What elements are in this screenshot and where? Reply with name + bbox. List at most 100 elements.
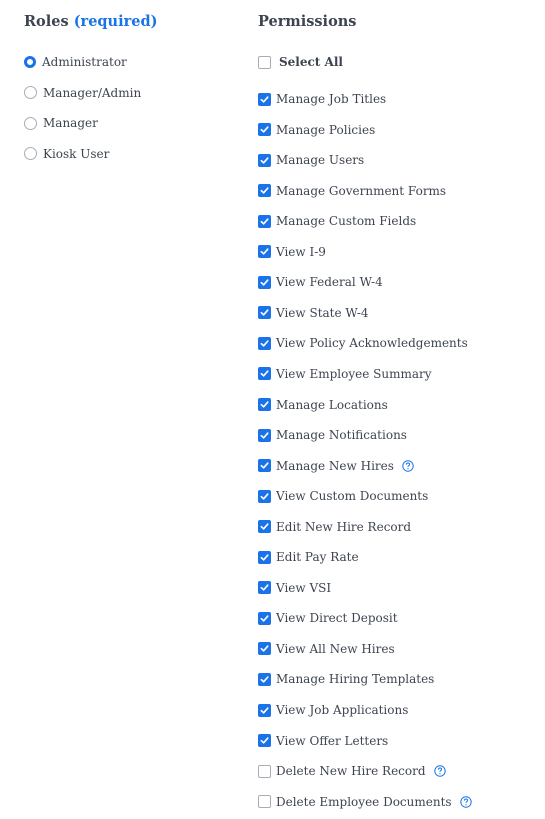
permission-label: Manage Policies xyxy=(276,122,376,137)
permission-view-all-new-hires[interactable]: View All New Hires xyxy=(258,639,395,659)
check-icon xyxy=(260,645,269,653)
role-option-administrator[interactable]: Administrator xyxy=(24,52,127,72)
permission-label: View State W-4 xyxy=(276,305,369,320)
help-icon[interactable] xyxy=(459,795,472,808)
check-icon xyxy=(260,401,269,408)
permission-checkbox[interactable] xyxy=(258,672,271,686)
permission-edit-pay-rate[interactable]: Edit Pay Rate xyxy=(258,547,359,567)
permission-checkbox[interactable] xyxy=(258,275,271,289)
permission-manage-policies[interactable]: Manage Policies xyxy=(258,120,375,140)
permission-checkbox[interactable] xyxy=(258,428,271,442)
permission-label: Manage Government Forms xyxy=(276,183,447,198)
check-icon xyxy=(260,431,269,439)
check-icon xyxy=(260,340,269,347)
permission-label: Manage Hiring Templates xyxy=(276,672,435,687)
permission-label: View I-9 xyxy=(276,244,326,259)
check-icon xyxy=(260,737,269,744)
roles-heading-text: Roles xyxy=(24,13,69,30)
permission-checkbox[interactable] xyxy=(258,581,271,595)
role-option-manager-admin[interactable]: Manager/Admin xyxy=(24,83,141,103)
permission-checkbox[interactable] xyxy=(258,336,271,350)
permission-checkbox[interactable] xyxy=(258,520,271,534)
permission-checkbox[interactable] xyxy=(258,703,271,717)
permission-view-job-applications[interactable]: View Job Applications xyxy=(258,700,408,720)
permission-checkbox[interactable] xyxy=(258,123,271,137)
permission-label: View Custom Documents xyxy=(276,489,429,504)
permission-label: View Job Applications xyxy=(276,703,409,717)
permission-manage-users[interactable]: Manage Users xyxy=(258,150,364,170)
check-icon xyxy=(260,156,269,164)
permission-label: Edit New Hire Record xyxy=(276,519,412,534)
permission-checkbox[interactable] xyxy=(258,642,271,656)
permission-checkbox[interactable] xyxy=(258,459,271,473)
check-icon xyxy=(260,492,269,500)
select-all-box[interactable] xyxy=(258,55,271,69)
permission-view-vsi[interactable]: View VSI xyxy=(258,578,331,598)
permission-checkbox[interactable] xyxy=(258,306,271,320)
permission-view-direct-deposit[interactable]: View Direct Deposit xyxy=(258,608,398,628)
permission-label: Manage New Hires xyxy=(276,458,394,473)
permission-checkbox[interactable] xyxy=(258,734,271,748)
permission-manage-government-forms[interactable]: Manage Government Forms xyxy=(258,181,446,201)
permission-label: View VSI xyxy=(276,580,332,595)
permission-checkbox[interactable] xyxy=(258,153,271,167)
permission-label: View Offer Letters xyxy=(276,733,389,748)
permission-view-employee-summary[interactable]: View Employee Summary xyxy=(258,364,432,384)
permission-checkbox[interactable] xyxy=(258,489,271,503)
radio-button[interactable] xyxy=(24,116,37,130)
help-icon[interactable] xyxy=(433,765,446,777)
check-icon xyxy=(260,584,269,591)
permission-manage-locations[interactable]: Manage Locations xyxy=(258,395,388,415)
check-icon xyxy=(260,187,269,194)
select-all-checkbox[interactable]: Select All xyxy=(258,52,343,72)
permission-manage-job-titles[interactable]: Manage Job Titles xyxy=(258,89,386,109)
check-icon xyxy=(260,462,269,469)
role-label: Administrator xyxy=(42,55,127,69)
radio-button[interactable] xyxy=(24,56,36,68)
permission-delete-new-hire-record[interactable]: Delete New Hire Record xyxy=(258,761,446,781)
permission-label: View Federal W-4 xyxy=(276,275,383,290)
role-option-manager[interactable]: Manager xyxy=(24,113,98,133)
help-icon[interactable] xyxy=(402,459,414,472)
permission-manage-hiring-templates[interactable]: Manage Hiring Templates xyxy=(258,669,434,689)
permission-view-offer-letters[interactable]: View Offer Letters xyxy=(258,731,388,751)
permission-checkbox[interactable] xyxy=(258,795,271,809)
check-icon xyxy=(260,126,269,133)
permission-manage-new-hires[interactable]: Manage New Hires xyxy=(258,456,414,476)
permission-delete-employee-documents[interactable]: Delete Employee Documents xyxy=(258,792,472,812)
radio-button[interactable] xyxy=(24,86,37,99)
permission-label: View Direct Deposit xyxy=(276,611,398,626)
permission-label: View Policy Acknowledgements xyxy=(276,336,468,351)
permission-checkbox[interactable] xyxy=(258,245,271,259)
permission-manage-custom-fields[interactable]: Manage Custom Fields xyxy=(258,211,416,231)
check-icon xyxy=(260,615,269,622)
permission-label: Edit Pay Rate xyxy=(276,550,359,565)
permission-checkbox[interactable] xyxy=(258,764,271,778)
permission-label: View All New Hires xyxy=(276,641,395,656)
permission-checkbox[interactable] xyxy=(258,550,271,564)
check-icon xyxy=(260,370,269,378)
permission-checkbox[interactable] xyxy=(258,611,271,625)
permission-label: Delete Employee Documents xyxy=(276,794,452,809)
select-all-label: Select All xyxy=(279,55,343,69)
check-icon xyxy=(260,523,269,530)
role-option-kiosk-user[interactable]: Kiosk User xyxy=(24,144,109,164)
required-indicator: (required) xyxy=(73,13,158,30)
permission-checkbox[interactable] xyxy=(258,398,271,411)
check-icon xyxy=(260,706,269,714)
check-icon xyxy=(260,279,269,286)
permission-checkbox[interactable] xyxy=(258,184,271,198)
permission-manage-notifications[interactable]: Manage Notifications xyxy=(258,425,407,445)
permission-checkbox[interactable] xyxy=(258,214,271,228)
permission-checkbox[interactable] xyxy=(258,367,271,381)
permission-view-i-9[interactable]: View I-9 xyxy=(258,242,326,262)
permission-checkbox[interactable] xyxy=(258,92,271,106)
permission-view-policy-acknowledgements[interactable]: View Policy Acknowledgements xyxy=(258,333,468,353)
permission-label: Manage Custom Fields xyxy=(276,214,417,229)
permission-edit-new-hire-record[interactable]: Edit New Hire Record xyxy=(258,517,411,537)
permission-view-state-w-4[interactable]: View State W-4 xyxy=(258,303,369,323)
permission-view-federal-w-4[interactable]: View Federal W-4 xyxy=(258,272,383,292)
roles-heading: Roles (required) xyxy=(24,13,157,30)
permission-view-custom-documents[interactable]: View Custom Documents xyxy=(258,486,428,506)
radio-button[interactable] xyxy=(24,147,37,160)
